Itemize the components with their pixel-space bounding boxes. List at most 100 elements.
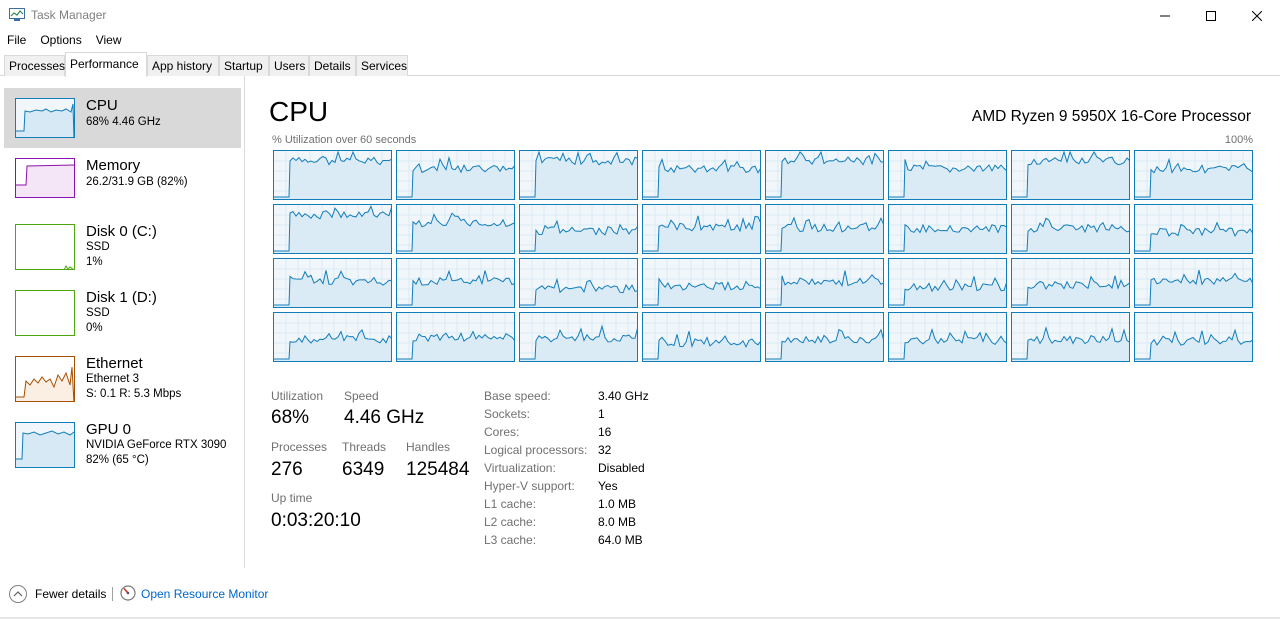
- resource-name: Disk 0 (C:): [86, 223, 157, 240]
- cpu-trace: [397, 151, 514, 199]
- graph-caption: % Utilization over 60 seconds: [272, 134, 417, 146]
- tab-services[interactable]: Services: [356, 55, 408, 76]
- uptime-value: 0:03:20:10: [271, 510, 361, 531]
- cpu-trace: [1135, 313, 1252, 361]
- menu-file[interactable]: File: [0, 31, 33, 51]
- tab-processes[interactable]: Processes: [4, 55, 65, 76]
- cpu-trace: [643, 259, 760, 307]
- chevron-up-icon[interactable]: [9, 585, 27, 603]
- maximize-button[interactable]: [1188, 0, 1234, 31]
- tab-users[interactable]: Users: [269, 55, 309, 76]
- cpu-trace: [766, 151, 883, 199]
- logical-processor-graph: [1011, 150, 1130, 200]
- logical-processor-graph: [888, 150, 1007, 200]
- cpu-trace: [274, 313, 391, 361]
- cpu-trace: [1012, 151, 1129, 199]
- uptime-label: Up time: [271, 491, 313, 505]
- detail-key: Virtualization:: [484, 461, 556, 475]
- resource-item-disk-1[interactable]: Disk 1 (D:) SSD 0%: [4, 280, 241, 340]
- minimize-button[interactable]: [1142, 0, 1188, 31]
- logical-processor-graph: [1134, 150, 1253, 200]
- resource-item-disk-0[interactable]: Disk 0 (C:) SSD 1%: [4, 214, 241, 274]
- cpu-trace: [1012, 205, 1129, 253]
- detail-key: Sockets:: [484, 407, 531, 421]
- detail-value: 64.0 MB: [598, 533, 643, 547]
- logical-processor-graphs[interactable]: [273, 150, 1253, 363]
- logical-processor-graph: [1011, 312, 1130, 362]
- tab-details[interactable]: Details: [309, 55, 356, 76]
- resource-model: NVIDIA GeForce RTX 3090: [86, 439, 227, 451]
- window-title: Task Manager: [31, 8, 107, 22]
- resource-item-memory[interactable]: Memory 26.2/31.9 GB (82%): [4, 148, 241, 208]
- detail-key: Hyper-V support:: [484, 479, 575, 493]
- cpu-trace: [274, 205, 391, 253]
- cpu-trace: [397, 313, 514, 361]
- cpu-trace: [643, 205, 760, 253]
- cpu-graph-icon: [15, 98, 75, 138]
- fewer-details-button[interactable]: Fewer details: [35, 587, 106, 601]
- logical-processor-graph: [273, 312, 392, 362]
- cpu-trace: [889, 205, 1006, 253]
- cpu-trace: [1012, 259, 1129, 307]
- logical-processor-graph: [1134, 258, 1253, 308]
- speed-label: Speed: [344, 389, 379, 403]
- detail-value: 1.0 MB: [598, 497, 637, 511]
- tab-performance[interactable]: Performance: [65, 52, 147, 77]
- cpu-trace: [274, 259, 391, 307]
- utilization-value: 68%: [271, 407, 310, 428]
- processes-value: 276: [271, 459, 303, 480]
- detail-value: 16: [598, 425, 612, 439]
- resource-value: 0%: [86, 322, 103, 334]
- cpu-trace: [1012, 313, 1129, 361]
- footer-divider: [112, 587, 113, 601]
- resource-name: Disk 1 (D:): [86, 289, 157, 306]
- detail-key: Logical processors:: [484, 443, 588, 457]
- cpu-trace: [274, 151, 391, 199]
- logical-processor-graph: [765, 204, 884, 254]
- logical-processor-graph: [1134, 312, 1253, 362]
- menu-view[interactable]: View: [89, 31, 129, 51]
- cpu-trace: [397, 205, 514, 253]
- cpu-trace: [1135, 151, 1252, 199]
- resource-value: S: 0.1 R: 5.3 Mbps: [86, 388, 182, 400]
- resource-item-gpu-0[interactable]: GPU 0 NVIDIA GeForce RTX 3090 82% (65 °C…: [4, 412, 241, 472]
- minimize-icon: [1160, 15, 1170, 16]
- logical-processor-graph: [1134, 204, 1253, 254]
- cpu-trace: [889, 313, 1006, 361]
- tab-strip: Processes Performance App history Startu…: [0, 51, 1280, 77]
- title-bar: Task Manager: [0, 0, 1280, 31]
- ethernet-graph-icon: [15, 356, 75, 402]
- logical-processor-graph: [396, 258, 515, 308]
- logical-processor-graph: [519, 258, 638, 308]
- menu-bar: File Options View: [0, 31, 129, 51]
- logical-processor-graph: [273, 204, 392, 254]
- tab-startup[interactable]: Startup: [219, 55, 269, 76]
- resource-monitor-icon: [120, 585, 136, 601]
- disk-graph-icon: [15, 290, 75, 336]
- resource-item-ethernet[interactable]: Ethernet Ethernet 3 S: 0.1 R: 5.3 Mbps: [4, 346, 241, 406]
- resource-value: 68% 4.46 GHz: [86, 116, 161, 128]
- resource-adapter: Ethernet 3: [86, 373, 140, 385]
- logical-processor-graph: [519, 312, 638, 362]
- resource-name: GPU 0: [86, 421, 132, 438]
- processor-name: AMD Ryzen 9 5950X 16-Core Processor: [971, 108, 1251, 125]
- detail-key: L1 cache:: [484, 497, 537, 511]
- resource-name: CPU: [86, 97, 118, 114]
- logical-processor-graph: [888, 204, 1007, 254]
- menu-options[interactable]: Options: [33, 31, 88, 51]
- logical-processor-graph: [273, 258, 392, 308]
- cpu-trace: [520, 259, 637, 307]
- resource-item-cpu[interactable]: CPU 68% 4.46 GHz: [4, 88, 241, 148]
- gpu-graph-icon: [15, 422, 75, 468]
- speed-value: 4.46 GHz: [344, 407, 425, 428]
- cpu-trace: [643, 151, 760, 199]
- resource-name: Ethernet: [86, 355, 143, 372]
- logical-processor-graph: [396, 204, 515, 254]
- open-resource-monitor-link[interactable]: Open Resource Monitor: [141, 587, 268, 601]
- close-button[interactable]: [1234, 0, 1280, 31]
- tab-app-history[interactable]: App history: [147, 55, 219, 76]
- logical-processor-graph: [642, 150, 761, 200]
- disk-graph-icon: [15, 224, 75, 270]
- logical-processor-graph: [642, 204, 761, 254]
- threads-value: 6349: [342, 459, 385, 480]
